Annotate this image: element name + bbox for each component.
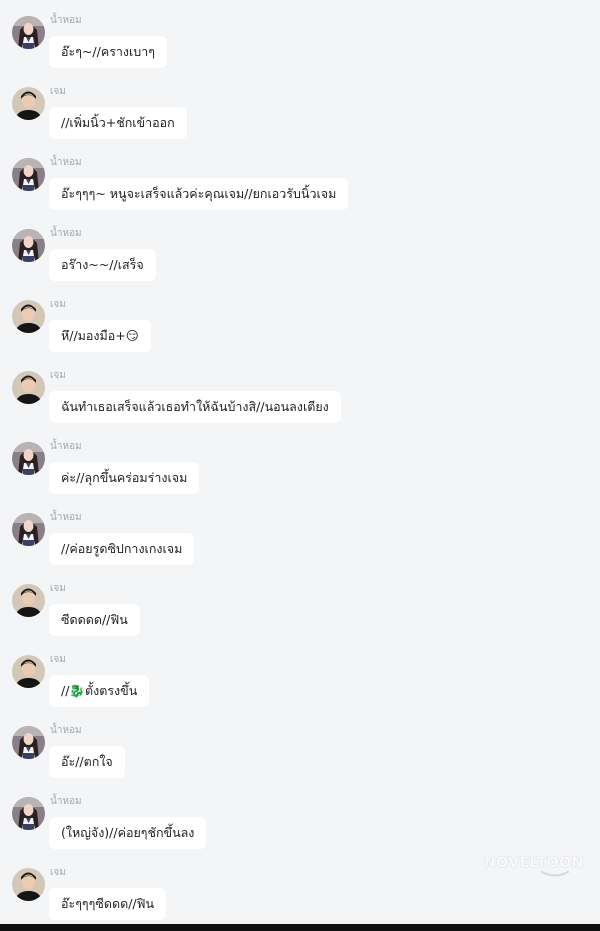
message-bubble[interactable]: ฉันทำเธอเสร็จแล้วเธอทำให้ฉันบ้างสิ//นอนล… [49, 391, 341, 423]
girl-avatar-icon[interactable] [12, 229, 45, 262]
chat-message-list[interactable]: น้ำหอม อ๊ะๆ~//ครางเบาๆ เจม//เพิ่มนิ้ว+ชักเ… [0, 0, 600, 924]
boy-avatar-icon[interactable] [12, 655, 45, 688]
sender-name: น้ำหอม [50, 228, 82, 239]
chat-message: น้ำหอมอร๊าง~~//เสร็จ [0, 213, 600, 284]
chat-message: น้ำหอม (ใหญ่จัง)//ค่อยๆชักขึ้นลง [0, 781, 600, 852]
sender-name: น้ำหอม [50, 441, 82, 452]
girl-avatar-icon[interactable] [12, 513, 45, 546]
sender-name: น้ำหอม [50, 796, 82, 807]
boy-avatar-icon[interactable] [12, 87, 45, 120]
message-bubble[interactable]: หึ//มองมือ+😏 [49, 320, 151, 352]
sender-name: เจม [50, 370, 66, 381]
sender-name: เจม [50, 654, 66, 665]
message-bubble[interactable]: ซีดดดด//ฟิน [49, 604, 140, 636]
girl-avatar-icon[interactable] [12, 726, 45, 759]
message-bubble[interactable]: //🐉ตั้งตรงขึ้น [49, 675, 150, 707]
sender-name: น้ำหอม [50, 725, 82, 736]
sender-name: น้ำหอม [50, 157, 82, 168]
message-bubble[interactable]: //ค่อยรูดซิปกางเกงเจม [49, 533, 195, 565]
chat-message: เจม //🐉ตั้งตรงขึ้น [0, 639, 600, 710]
message-bubble[interactable]: อ๊ะๆๆๆ~ หนูจะเสร็จแล้วค่ะคุณเจม//ยกเอวรั… [49, 178, 349, 210]
chat-message: เจม //เพิ่มนิ้ว+ชักเข้าออก [0, 71, 600, 142]
girl-avatar-icon[interactable] [12, 158, 45, 191]
sender-name: เจม [50, 867, 66, 878]
chat-message: เจมซีดดดด//ฟิน [0, 568, 600, 639]
message-bubble[interactable]: ค่ะ//ลุกขึ้นคร่อมร่างเจม [49, 462, 200, 494]
boy-avatar-icon[interactable] [12, 584, 45, 617]
chat-message: เจมฉันทำเธอเสร็จแล้วเธอทำให้ฉันบ้างสิ//น… [0, 355, 600, 426]
watermark-smile-mark [541, 871, 569, 877]
sender-name: น้ำหอม [50, 15, 82, 26]
chat-message: น้ำหอมอ๊ะๆๆๆ~ หนูจะเสร็จแล้วค่ะคุณเจม//ย… [0, 142, 600, 213]
girl-avatar-icon[interactable] [12, 797, 45, 830]
girl-avatar-icon[interactable] [12, 442, 45, 475]
message-bubble[interactable]: อ๊ะ//ตกใจ [49, 746, 125, 778]
noveltoon-watermark: NOVELTOON [484, 855, 584, 871]
sender-name: เจม [50, 86, 66, 97]
message-bubble[interactable]: อร๊าง~~//เสร็จ [49, 249, 156, 281]
boy-avatar-icon[interactable] [12, 300, 45, 333]
bottom-edge-bar [0, 924, 600, 931]
sender-name: เจม [50, 583, 66, 594]
chat-message: เจมหึ//มองมือ+😏 [0, 284, 600, 355]
boy-avatar-icon[interactable] [12, 371, 45, 404]
message-bubble[interactable]: อ๊ะๆๆๆซีดดด//ฟิน [49, 888, 167, 920]
message-bubble[interactable]: อ๊ะๆ~//ครางเบาๆ [49, 36, 167, 68]
sender-name: เจม [50, 299, 66, 310]
girl-avatar-icon[interactable] [12, 16, 45, 49]
chat-message: น้ำหอม //ค่อยรูดซิปกางเกงเจม [0, 497, 600, 568]
chat-message: น้ำหอมค่ะ//ลุกขึ้นคร่อมร่างเจม [0, 426, 600, 497]
boy-avatar-icon[interactable] [12, 868, 45, 901]
chat-message: น้ำหอมอ๊ะ//ตกใจ [0, 710, 600, 781]
sender-name: น้ำหอม [50, 512, 82, 523]
chat-message: น้ำหอมอ๊ะๆ~//ครางเบาๆ [0, 0, 600, 71]
message-bubble[interactable]: //เพิ่มนิ้ว+ชักเข้าออก [49, 107, 187, 139]
message-bubble[interactable]: (ใหญ่จัง)//ค่อยๆชักขึ้นลง [49, 817, 207, 849]
